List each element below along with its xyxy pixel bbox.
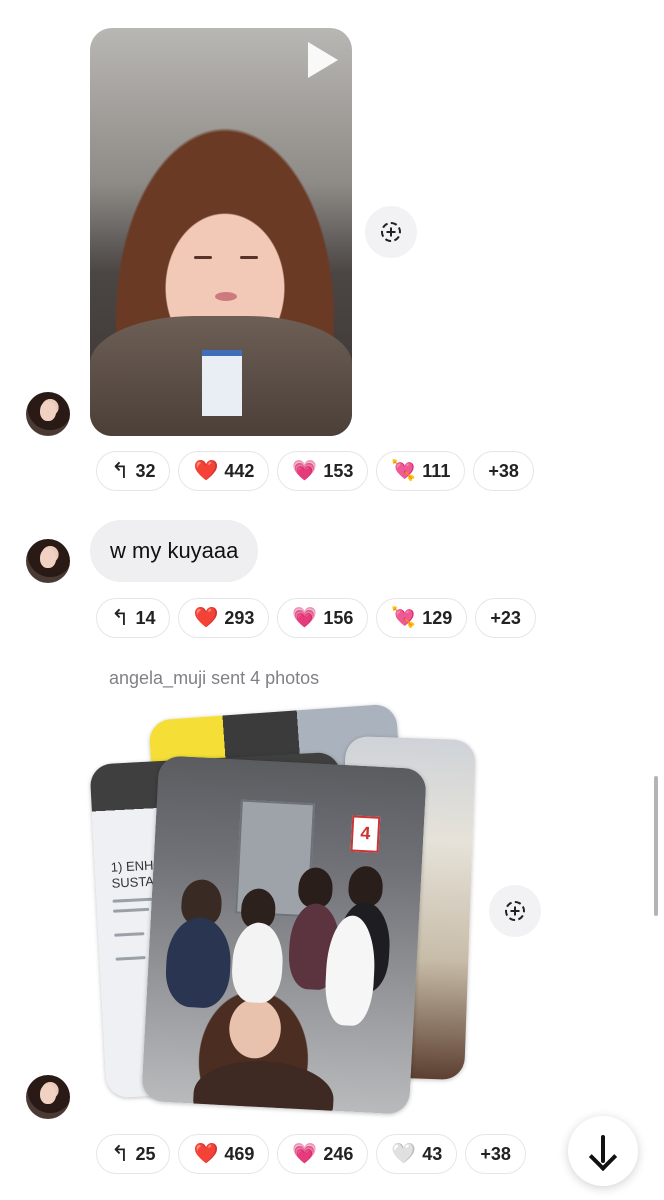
slide-text-line [113, 907, 150, 913]
add-reaction-button[interactable] [489, 885, 541, 937]
reaction-count: 469 [224, 1143, 255, 1164]
reaction-count: 153 [323, 460, 354, 481]
photo-thumbnail[interactable]: 4 [141, 755, 427, 1115]
reply-arrow-icon: ↰ [111, 458, 130, 483]
reaction-count: 32 [135, 460, 156, 481]
reaction-count: 111 [422, 460, 451, 481]
reaction-pill-red-heart[interactable]: ❤️ 442 [178, 451, 270, 491]
scrollbar[interactable] [654, 776, 658, 916]
sparkling-heart-icon: 💗 [292, 607, 318, 629]
avatar[interactable] [26, 392, 70, 436]
reaction-count: 129 [422, 607, 453, 628]
video-thumbnail-lips [215, 292, 237, 301]
video-thumbnail-eye [194, 256, 212, 259]
reply-count-pill[interactable]: ↰ 32 [96, 451, 171, 491]
person-body [230, 921, 285, 1004]
reaction-count: 14 [135, 607, 156, 628]
heart-with-arrow-icon: 💘 [391, 607, 417, 629]
play-icon[interactable] [308, 42, 338, 78]
red-heart-icon: ❤️ [193, 607, 219, 629]
reaction-pill-sparkling-heart[interactable]: 💗 246 [277, 1134, 369, 1174]
sparkling-heart-icon: 💗 [292, 460, 318, 482]
heart-with-arrow-icon: 💘 [391, 460, 417, 482]
reaction-count: 246 [323, 1143, 354, 1164]
reaction-pill-sparkling-heart[interactable]: 💗 153 [277, 451, 369, 491]
more-reactions-pill[interactable]: +38 [473, 451, 534, 491]
reaction-pill-red-heart[interactable]: ❤️ 293 [178, 598, 270, 638]
text-message-bubble[interactable]: w my kuyaaa [90, 520, 259, 582]
photos-sent-notice: angela_muji sent 4 photos [109, 668, 320, 688]
person-head [347, 865, 384, 908]
reply-arrow-icon: ↰ [111, 605, 130, 630]
add-reaction-icon [381, 222, 401, 242]
reaction-bar: ↰ 25 ❤️ 469 💗 246 🤍 43 +38 [96, 1134, 526, 1174]
red-heart-icon: ❤️ [193, 460, 219, 482]
slide-text-line [112, 897, 153, 903]
slide-text-line [114, 932, 145, 937]
reply-count-pill[interactable]: ↰ 25 [96, 1134, 171, 1174]
jacket [191, 1057, 336, 1115]
message-text: w my kuyaaa [110, 538, 239, 563]
white-heart-icon: 🤍 [391, 1143, 417, 1165]
person-head [297, 866, 334, 909]
sparkling-heart-icon: 💗 [292, 1143, 318, 1165]
slide-text-line [115, 956, 146, 961]
avatar[interactable] [26, 539, 70, 583]
video-thumbnail-shirt [202, 350, 242, 416]
reply-count-pill[interactable]: ↰ 14 [96, 598, 171, 638]
add-reaction-button[interactable] [365, 206, 417, 258]
reaction-pill-heart-with-arrow[interactable]: 💘 111 [376, 451, 466, 491]
more-reactions-pill[interactable]: +38 [465, 1134, 526, 1174]
more-reactions-count: +38 [480, 1143, 511, 1164]
reaction-bar: ↰ 32 ❤️ 442 💗 153 💘 111 +38 [96, 451, 534, 491]
reaction-pill-sparkling-heart[interactable]: 💗 156 [277, 598, 369, 638]
add-reaction-icon [505, 901, 525, 921]
floor-number: 4 [359, 822, 371, 844]
person-body [164, 915, 233, 1010]
video-thumbnail-eye [240, 256, 258, 259]
more-reactions-count: +23 [490, 607, 521, 628]
reply-arrow-icon: ↰ [111, 1141, 130, 1166]
reaction-count: 293 [224, 607, 255, 628]
arrow-down-icon [590, 1135, 616, 1167]
reaction-bar: ↰ 14 ❤️ 293 💗 156 💘 129 +23 [96, 598, 536, 638]
avatar[interactable] [26, 1075, 70, 1119]
red-heart-icon: ❤️ [193, 1143, 219, 1165]
reaction-count: 442 [224, 460, 255, 481]
jump-to-bottom-button[interactable] [568, 1116, 638, 1186]
more-reactions-pill[interactable]: +23 [475, 598, 536, 638]
reaction-pill-heart-with-arrow[interactable]: 💘 129 [376, 598, 468, 638]
video-message[interactable] [90, 28, 352, 436]
reaction-count: 156 [323, 607, 354, 628]
reaction-pill-white-heart[interactable]: 🤍 43 [376, 1134, 458, 1174]
reaction-pill-red-heart[interactable]: ❤️ 469 [178, 1134, 270, 1174]
reaction-count: 43 [422, 1143, 443, 1164]
reaction-count: 25 [135, 1143, 156, 1164]
more-reactions-count: +38 [488, 460, 519, 481]
floor-sign: 4 [350, 815, 381, 853]
